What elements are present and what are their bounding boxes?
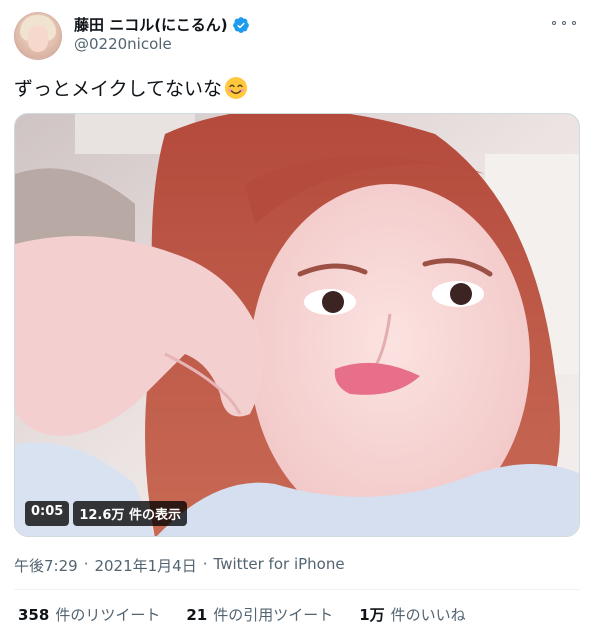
smiling-face-emoji-icon [224,76,248,100]
tweet-source[interactable]: Twitter for iPhone [214,555,345,576]
video-views-badge: 12.6万 件の表示 [73,501,187,526]
video-player[interactable]: 0:05 12.6万 件の表示 [14,113,580,537]
tweet-stats: 358 件のリツイート 21 件の引用ツイート 1万 件のいいね [18,604,466,625]
tweet-text: ずっとメイクしてないな [14,74,248,101]
likes-stat[interactable]: 1万 件のいいね [359,604,465,625]
display-name[interactable]: 藤田 ニコル(にこるん) [74,14,228,35]
tweet-header: 藤田 ニコル(にこるん) @0220nicole [0,0,594,60]
verified-badge-icon [232,16,250,34]
tweet-date[interactable]: 2021年1月4日 [94,555,196,576]
meta-separator: · [83,555,89,573]
like-label: 件のいいね [390,606,466,624]
retweets-stat[interactable]: 358 件のリツイート [18,604,160,625]
tweet-metadata: 午後7:29 · 2021年1月4日 · Twitter for iPhone [14,555,345,576]
video-overlay-badges: 0:05 12.6万 件の表示 [25,501,187,526]
avatar[interactable] [14,12,62,60]
quote-tweets-stat[interactable]: 21 件の引用ツイート [186,604,333,625]
more-options-icon[interactable] [552,14,576,32]
meta-separator: · [202,555,208,573]
tweet-text-content: ずっとメイクしてないな [14,78,223,100]
like-count: 1万 [359,606,385,624]
user-handle[interactable]: @0220nicole [74,35,172,53]
video-duration-badge: 0:05 [25,501,70,526]
divider [14,589,580,590]
tweet-time[interactable]: 午後7:29 [14,555,78,576]
video-frame-image [15,114,579,536]
quote-label: 件の引用ツイート [213,606,334,624]
avatar-face-decoration [28,26,48,52]
name-row: 藤田 ニコル(にこるん) [74,14,250,35]
retweet-label: 件のリツイート [55,606,161,624]
retweet-count: 358 [18,606,50,624]
quote-count: 21 [186,606,208,624]
